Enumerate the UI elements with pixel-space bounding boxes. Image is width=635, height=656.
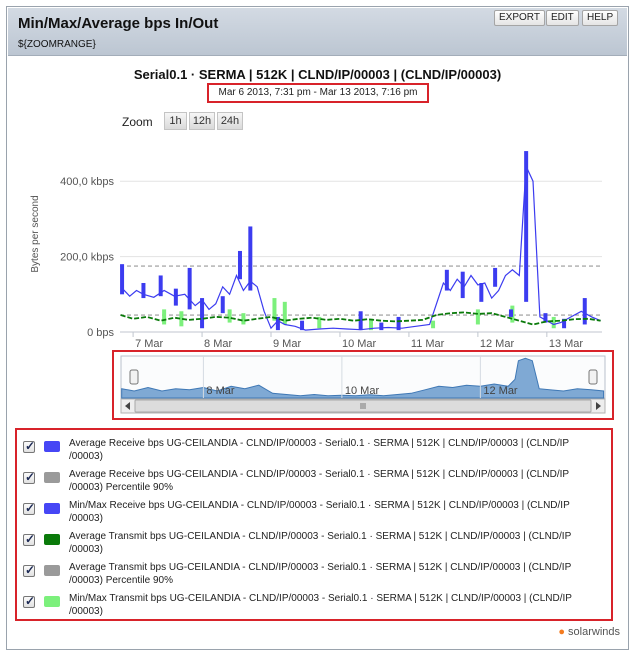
x-tick-label: 8 Mar <box>204 338 232 350</box>
x-tick-label: 9 Mar <box>273 338 301 350</box>
navigator-highlight <box>112 350 614 420</box>
legend: Average Receive bps UG-CEILANDIA - CLND/… <box>15 428 613 621</box>
legend-checkbox[interactable] <box>23 501 35 515</box>
x-tick-label: 13 Mar <box>549 338 584 350</box>
legend-item[interactable]: Average Transmit bps UG-CEILANDIA - CLND… <box>23 529 603 557</box>
minmax-receive-bar <box>582 298 587 325</box>
legend-label: Average Receive bps UG-CEILANDIA - CLND/… <box>69 438 569 462</box>
legend-checkbox[interactable] <box>23 563 35 577</box>
legend-item[interactable]: Average Transmit bps UG-CEILANDIA - CLND… <box>23 560 603 588</box>
x-tick-label: 12 Mar <box>480 338 515 350</box>
minmax-transmit-bar <box>551 316 556 329</box>
minmax-transmit-bar <box>162 309 167 325</box>
y-tick-label: 200,0 kbps <box>60 252 114 264</box>
legend-swatch <box>44 472 60 483</box>
brand-text: solarwinds <box>568 626 620 638</box>
minmax-transmit-bar <box>241 313 246 325</box>
minmax-receive-bar <box>237 250 242 280</box>
y-tick-label: 400,0 kbps <box>60 176 114 188</box>
avg-receive-line <box>120 165 601 331</box>
minmax-receive-bar <box>479 283 484 302</box>
x-tick-label: 10 Mar <box>342 338 377 350</box>
legend-swatch <box>44 534 60 545</box>
legend-swatch <box>44 565 60 576</box>
legend-swatch <box>44 503 60 514</box>
minmax-receive-bar <box>379 322 384 331</box>
minmax-receive-bar <box>187 267 192 310</box>
legend-swatch <box>44 596 60 607</box>
legend-item[interactable]: Min/Max Receive bps UG-CEILANDIA - CLND/… <box>23 498 603 526</box>
minmax-receive-bar <box>508 309 513 317</box>
legend-label: Average Transmit bps UG-CEILANDIA - CLND… <box>69 562 572 586</box>
legend-label: Min/Max Transmit bps UG-CEILANDIA - CLND… <box>69 593 572 617</box>
minmax-receive-bar <box>141 283 146 299</box>
y-tick-label: 0 bps <box>87 327 114 339</box>
legend-label: Average Receive bps UG-CEILANDIA - CLND/… <box>69 469 569 493</box>
minmax-transmit-bar <box>227 309 232 323</box>
y-axis-label: Bytes per second <box>30 195 41 272</box>
legend-item[interactable]: Average Receive bps UG-CEILANDIA - CLND/… <box>23 467 603 495</box>
minmax-receive-bar <box>173 288 178 306</box>
legend-checkbox[interactable] <box>23 470 35 484</box>
legend-checkbox[interactable] <box>23 532 35 546</box>
minmax-receive-bar <box>220 296 225 314</box>
x-tick-label: 11 Mar <box>411 338 445 350</box>
legend-checkbox[interactable] <box>23 594 35 608</box>
legend-swatch <box>44 441 60 452</box>
x-tick-label: 7 Mar <box>135 338 163 350</box>
legend-label: Min/Max Receive bps UG-CEILANDIA - CLND/… <box>69 500 570 524</box>
minmax-transmit-bar <box>475 309 480 325</box>
minmax-transmit-bar <box>431 320 436 329</box>
solarwinds-logo: ● solarwinds <box>558 626 620 638</box>
legend-item[interactable]: Average Receive bps UG-CEILANDIA - CLND/… <box>23 436 603 464</box>
legend-checkbox[interactable] <box>23 439 35 453</box>
legend-item[interactable]: Min/Max Transmit bps UG-CEILANDIA - CLND… <box>23 591 603 619</box>
minmax-receive-bar <box>493 267 498 287</box>
legend-label: Average Transmit bps UG-CEILANDIA - CLND… <box>69 531 572 555</box>
